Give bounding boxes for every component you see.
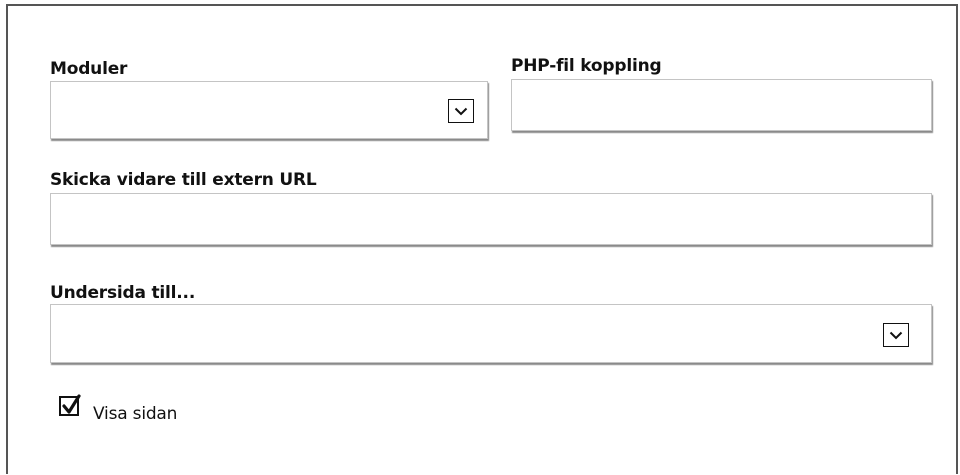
php-file-input[interactable]: [511, 79, 932, 131]
visible-checkbox[interactable]: [59, 394, 81, 416]
php-file-label: PHP-fil koppling: [511, 56, 662, 76]
external-url-label: Skicka vidare till extern URL: [50, 170, 317, 190]
checkmark-icon: [62, 394, 81, 414]
external-url-input[interactable]: [50, 193, 932, 245]
parent-page-dropdown-button[interactable]: [883, 323, 909, 347]
moduler-dropdown-button[interactable]: [448, 99, 474, 123]
chevron-down-icon: [454, 107, 468, 115]
visible-checkbox-label[interactable]: Visa sidan: [93, 404, 177, 424]
chevron-down-icon: [889, 331, 903, 339]
parent-page-select[interactable]: [50, 304, 932, 363]
moduler-label: Moduler: [50, 59, 128, 79]
parent-page-label: Undersida till...: [50, 283, 196, 303]
moduler-select[interactable]: [50, 81, 488, 139]
